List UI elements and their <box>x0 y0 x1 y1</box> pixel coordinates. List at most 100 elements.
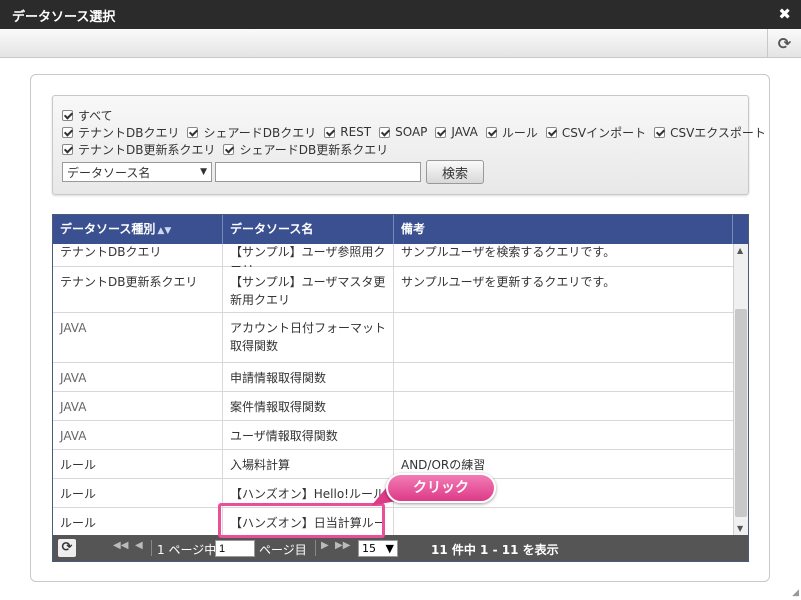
table-row[interactable]: ルール 【ハンズオン】日当計算ルール <box>53 508 733 535</box>
cell-name: 【サンプル】ユーザマスタ更新用クエリ <box>223 267 394 312</box>
last-page-icon[interactable]: ▶▶ <box>335 540 350 551</box>
column-header-note[interactable]: 備考 <box>394 215 733 244</box>
cell-type: JAVA <box>53 392 223 420</box>
next-page-icon[interactable]: ▶ <box>321 540 329 551</box>
search-button[interactable]: 検索 <box>426 160 484 184</box>
search-input[interactable] <box>215 162 421 182</box>
cell-note <box>394 508 733 535</box>
table-row[interactable]: テナントDBクエリ 【サンプル】ユーザ参照用クエリ サンプルユーザを検索するクエ… <box>53 244 733 277</box>
checkbox-label: CSVインポート <box>561 125 647 140</box>
checkbox-icon[interactable] <box>62 143 73 155</box>
cell-type: ルール <box>53 450 223 478</box>
checkbox-icon[interactable] <box>187 126 199 138</box>
cell-type: ルール <box>53 508 223 535</box>
checkbox-row-1: すべて <box>62 107 121 123</box>
page-size-value: 15 <box>362 542 376 555</box>
cell-note <box>394 363 733 391</box>
grid-header: データソース種別 ▲▼ データソース名 備考 <box>53 215 748 244</box>
chevron-down-icon: ▼ <box>385 542 394 555</box>
scroll-up-icon[interactable]: ▲ <box>737 246 743 255</box>
page-size-select[interactable]: 15 ▼ <box>358 540 398 557</box>
checkbox-icon[interactable] <box>654 126 666 138</box>
cell-note <box>394 313 733 362</box>
checkbox-row-3: テナントDB更新系クエリ シェアードDB更新系クエリ <box>62 141 396 157</box>
chevron-down-icon: ▼ <box>200 167 207 177</box>
first-page-icon[interactable]: ◀◀ <box>113 540 128 551</box>
checkbox-label: テナントDB更新系クエリ <box>78 142 216 157</box>
column-header-name[interactable]: データソース名 <box>223 215 394 244</box>
checkbox-java[interactable]: JAVA <box>435 125 478 139</box>
vertical-scrollbar[interactable]: ▲ ▼ <box>733 244 748 535</box>
checkbox-tenant-db-update[interactable]: テナントDB更新系クエリ <box>62 141 215 158</box>
checkbox-label: SOAP <box>395 125 428 139</box>
table-row[interactable]: JAVA 申請情報取得関数 <box>53 363 733 392</box>
checkbox-label: REST <box>340 125 372 139</box>
checkbox-csv-export[interactable]: CSVエクスポート <box>654 124 766 141</box>
checkbox-row-2: テナントDBクエリ シェアードDBクエリ REST SOAP JAVA ルール … <box>62 124 774 140</box>
sort-icon[interactable]: ▲▼ <box>157 226 171 236</box>
checkbox-icon[interactable] <box>379 126 391 138</box>
checkbox-rest[interactable]: REST <box>324 125 371 139</box>
cell-note <box>394 421 733 449</box>
checkbox-label: CSVエクスポート <box>670 125 766 140</box>
cell-name: アカウント日付フォーマット取得関数 <box>223 313 394 362</box>
cell-type: JAVA <box>53 421 223 449</box>
checkbox-label: ルール <box>501 125 538 140</box>
refresh-icon[interactable]: ⟳ <box>767 29 801 57</box>
column-header-type[interactable]: データソース種別 ▲▼ <box>53 215 223 244</box>
record-summary: 11 件中 1 - 11 を表示 <box>431 543 559 557</box>
dialog-titlebar: データソース選択 ✖ <box>0 0 801 29</box>
toolbar: ⟳ <box>0 29 801 58</box>
checkbox-icon[interactable] <box>545 126 557 138</box>
cell-type: テナントDBクエリ <box>53 244 223 266</box>
checkbox-icon[interactable] <box>435 126 447 138</box>
checkbox-icon[interactable] <box>223 143 235 155</box>
cell-name: 【サンプル】ユーザ参照用クエリ <box>223 244 394 277</box>
prev-page-icon[interactable]: ◀ <box>135 540 143 551</box>
checkbox-soap[interactable]: SOAP <box>379 125 427 139</box>
cell-name: 案件情報取得関数 <box>223 392 394 420</box>
checkbox-csv-import[interactable]: CSVインポート <box>545 124 647 141</box>
page-number-input[interactable] <box>215 540 255 557</box>
cell-note <box>394 392 733 420</box>
dialog-title: データソース選択 <box>12 10 116 25</box>
checkbox-shared-db-query[interactable]: シェアードDBクエリ <box>187 124 316 141</box>
checkbox-shared-db-update[interactable]: シェアードDB更新系クエリ <box>223 141 388 158</box>
table-row[interactable]: JAVA 案件情報取得関数 <box>53 392 733 421</box>
datasource-grid: データソース種別 ▲▼ データソース名 備考 テナントDBクエリ 【サンプル】ユー… <box>52 214 749 562</box>
checkbox-label: シェアードDB更新系クエリ <box>239 142 389 157</box>
table-row[interactable]: テナントDB更新系クエリ 【サンプル】ユーザマスタ更新用クエリ サンプルユーザを… <box>53 267 733 313</box>
resize-grip-icon[interactable]: ◢ <box>792 588 799 598</box>
page-suffix: ページ目 <box>259 543 307 557</box>
checkbox-icon[interactable] <box>324 126 336 138</box>
cell-note: サンプルユーザを更新するクエリです。 <box>401 275 616 289</box>
select-value: データソース名 <box>67 165 151 180</box>
column-header-label: データソース種別 <box>60 222 156 236</box>
scroll-down-icon[interactable]: ▼ <box>737 524 743 533</box>
checkbox-label: シェアードDBクエリ <box>203 125 317 140</box>
cell-name: 【ハンズオン】日当計算ルール <box>223 508 394 535</box>
cell-name: 入場料計算 <box>223 450 394 478</box>
pager-divider <box>151 540 152 556</box>
checkbox-icon[interactable] <box>62 126 73 138</box>
cell-type: テナントDB更新系クエリ <box>53 267 223 312</box>
column-header-label: データソース名 <box>230 222 314 236</box>
checkbox-tenant-db-query[interactable]: テナントDBクエリ <box>62 124 179 141</box>
cell-type: ルール <box>53 479 223 507</box>
checkbox-icon[interactable] <box>485 126 497 138</box>
refresh-icon[interactable]: ⟳ <box>58 539 76 557</box>
checkbox-all[interactable]: すべて <box>62 107 113 124</box>
checkbox-rule[interactable]: ルール <box>485 124 538 141</box>
checkbox-label: テナントDBクエリ <box>78 125 180 140</box>
search-field-select[interactable]: データソース名 ▼ <box>62 162 212 182</box>
table-row[interactable]: JAVA アカウント日付フォーマット取得関数 <box>53 313 733 363</box>
filter-panel: すべて テナントDBクエリ シェアードDBクエリ REST SOAP JAVA … <box>52 95 766 195</box>
checkbox-label: JAVA <box>451 125 478 139</box>
cell-name: 申請情報取得関数 <box>223 363 394 391</box>
cell-type: JAVA <box>53 363 223 391</box>
checkbox-icon[interactable] <box>62 109 73 121</box>
close-icon[interactable]: ✖ <box>778 5 791 23</box>
cell-name: 【ハンズオン】Hello!ルール <box>223 479 394 507</box>
table-row[interactable]: JAVA ユーザ情報取得関数 <box>53 421 733 450</box>
scroll-thumb[interactable] <box>735 309 747 517</box>
